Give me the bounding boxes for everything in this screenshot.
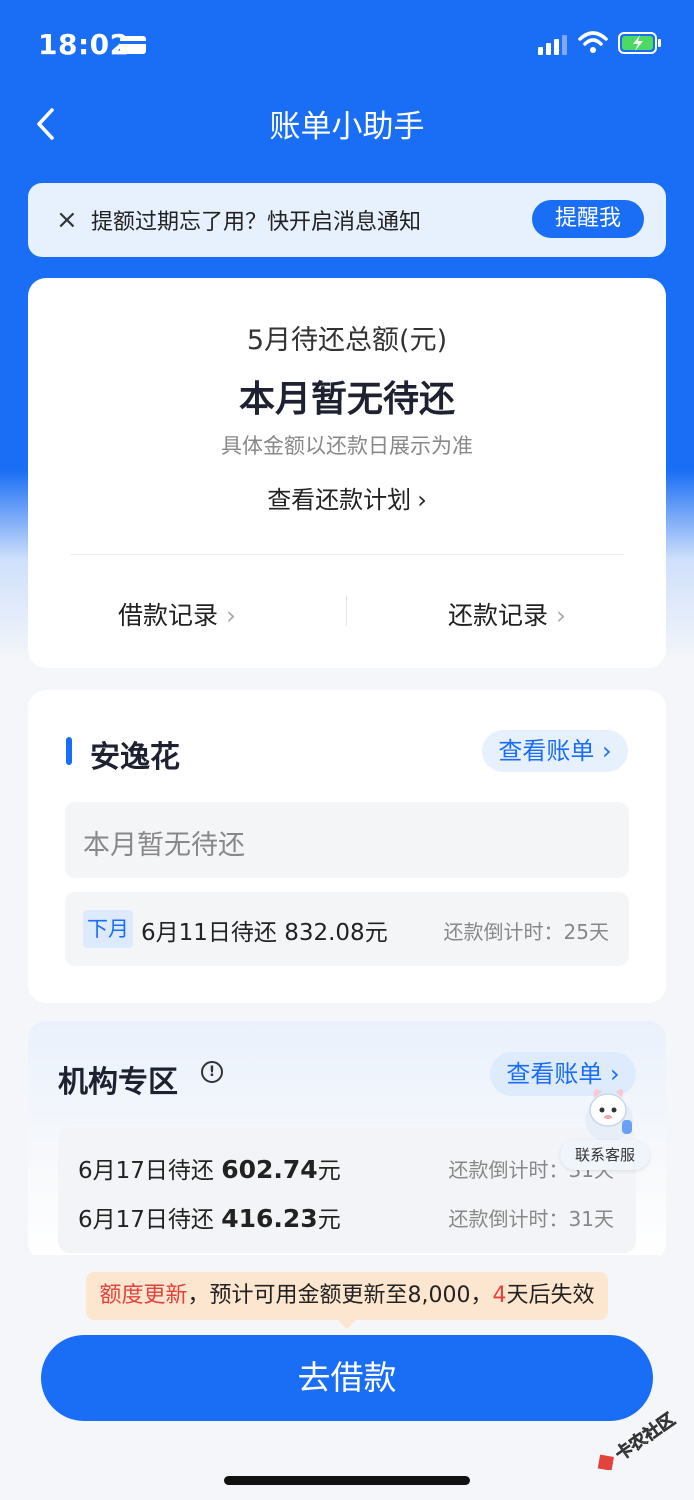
home-indicator[interactable]: [224, 1476, 470, 1485]
anyihua-card: 安逸花 查看账单 › 本月暂无待还 下月 6月11日待还 832.08元 还款倒…: [28, 690, 666, 1003]
chevron-right-icon: ›: [556, 601, 567, 630]
borrow-button[interactable]: 去借款: [41, 1335, 653, 1421]
institution-title: 机构专区: [58, 1065, 178, 1100]
notification-text: 提额过期忘了用？快开启消息通知: [91, 210, 422, 235]
countdown-text: 还款倒计时：25天: [443, 920, 609, 944]
current-month-text: 本月暂无待还: [83, 830, 245, 861]
status-time: 18:02: [38, 28, 130, 61]
summary-label: 5月待还总额(元): [246, 325, 448, 356]
contact-service-button[interactable]: 联系客服: [560, 1140, 650, 1170]
countdown-text: 还款倒计时：31天: [448, 1207, 614, 1231]
borrow-records-link[interactable]: 借款记录 ›: [118, 596, 236, 632]
amount-unit: 元: [317, 1207, 341, 1233]
view-plan-label: 查看还款计划: [267, 486, 412, 514]
anyihua-title: 安逸花: [90, 740, 180, 775]
tip-highlight: 额度更新: [99, 1283, 188, 1308]
card-icon: [120, 36, 146, 54]
view-plan-link[interactable]: 查看还款计划 ›: [28, 480, 666, 515]
tip-text-end: 天后失效: [506, 1283, 595, 1308]
repay-records-label: 还款记录: [448, 601, 549, 630]
institution-list: 6月17日待还 602.74元 还款倒计时：31天 6月17日待还 416.23…: [58, 1127, 636, 1253]
divider: [70, 554, 624, 555]
next-month-row[interactable]: 下月 6月11日待还 832.08元 还款倒计时：25天: [65, 892, 629, 966]
divider: [346, 596, 347, 626]
next-month-tag: 下月: [83, 910, 133, 948]
amount-unit: 元: [317, 1158, 341, 1184]
watermark-text: 卡农社区: [611, 1410, 679, 1465]
current-month-status: 本月暂无待还: [65, 802, 629, 878]
summary-value: 本月暂无待还: [238, 379, 455, 420]
customer-service-mascot-icon[interactable]: [578, 1080, 640, 1146]
list-item[interactable]: 6月17日待还 416.23元: [78, 1200, 341, 1234]
tip-text: ，预计可用金额更新至8,000，: [187, 1283, 493, 1308]
chevron-right-icon: ›: [417, 486, 427, 514]
remind-me-button[interactable]: 提醒我: [532, 200, 644, 238]
tip-days: 4: [492, 1283, 507, 1308]
page-title: 账单小助手: [269, 109, 425, 145]
due-date-text: 6月17日待还: [78, 1207, 214, 1233]
notification-banner: × 提额过期忘了用？快开启消息通知 提醒我: [28, 183, 666, 257]
anyihua-view-bill-button[interactable]: 查看账单 ›: [482, 730, 628, 772]
next-month-amount: 6月11日待还 832.08元: [141, 920, 388, 946]
wifi-icon: [578, 31, 608, 53]
tip-pointer: [337, 1319, 357, 1329]
info-icon[interactable]: !: [201, 1061, 223, 1083]
borrow-records-label: 借款记录: [118, 601, 219, 630]
section-accent-bar: [66, 737, 72, 765]
repayment-summary-card: 5月待还总额(元) 本月暂无待还 具体金额以还款日展示为准 查看还款计划 › 借款…: [28, 278, 666, 668]
watermark-logo: 卡农社区: [597, 1410, 679, 1470]
summary-note: 具体金额以还款日展示为准: [221, 434, 473, 458]
signal-icon: [538, 35, 567, 55]
due-date-text: 6月17日待还: [78, 1158, 214, 1184]
chevron-right-icon: ›: [226, 601, 237, 630]
list-item[interactable]: 6月17日待还 602.74元: [78, 1151, 341, 1185]
due-amount: 602.74: [221, 1155, 318, 1184]
close-icon[interactable]: ×: [56, 205, 78, 235]
battery-charging-icon: [618, 32, 661, 54]
due-amount: 416.23: [221, 1204, 318, 1233]
repay-records-link[interactable]: 还款记录 ›: [448, 596, 566, 632]
credit-update-tip: 额度更新，预计可用金额更新至8,000，4天后失效: [86, 1272, 608, 1320]
